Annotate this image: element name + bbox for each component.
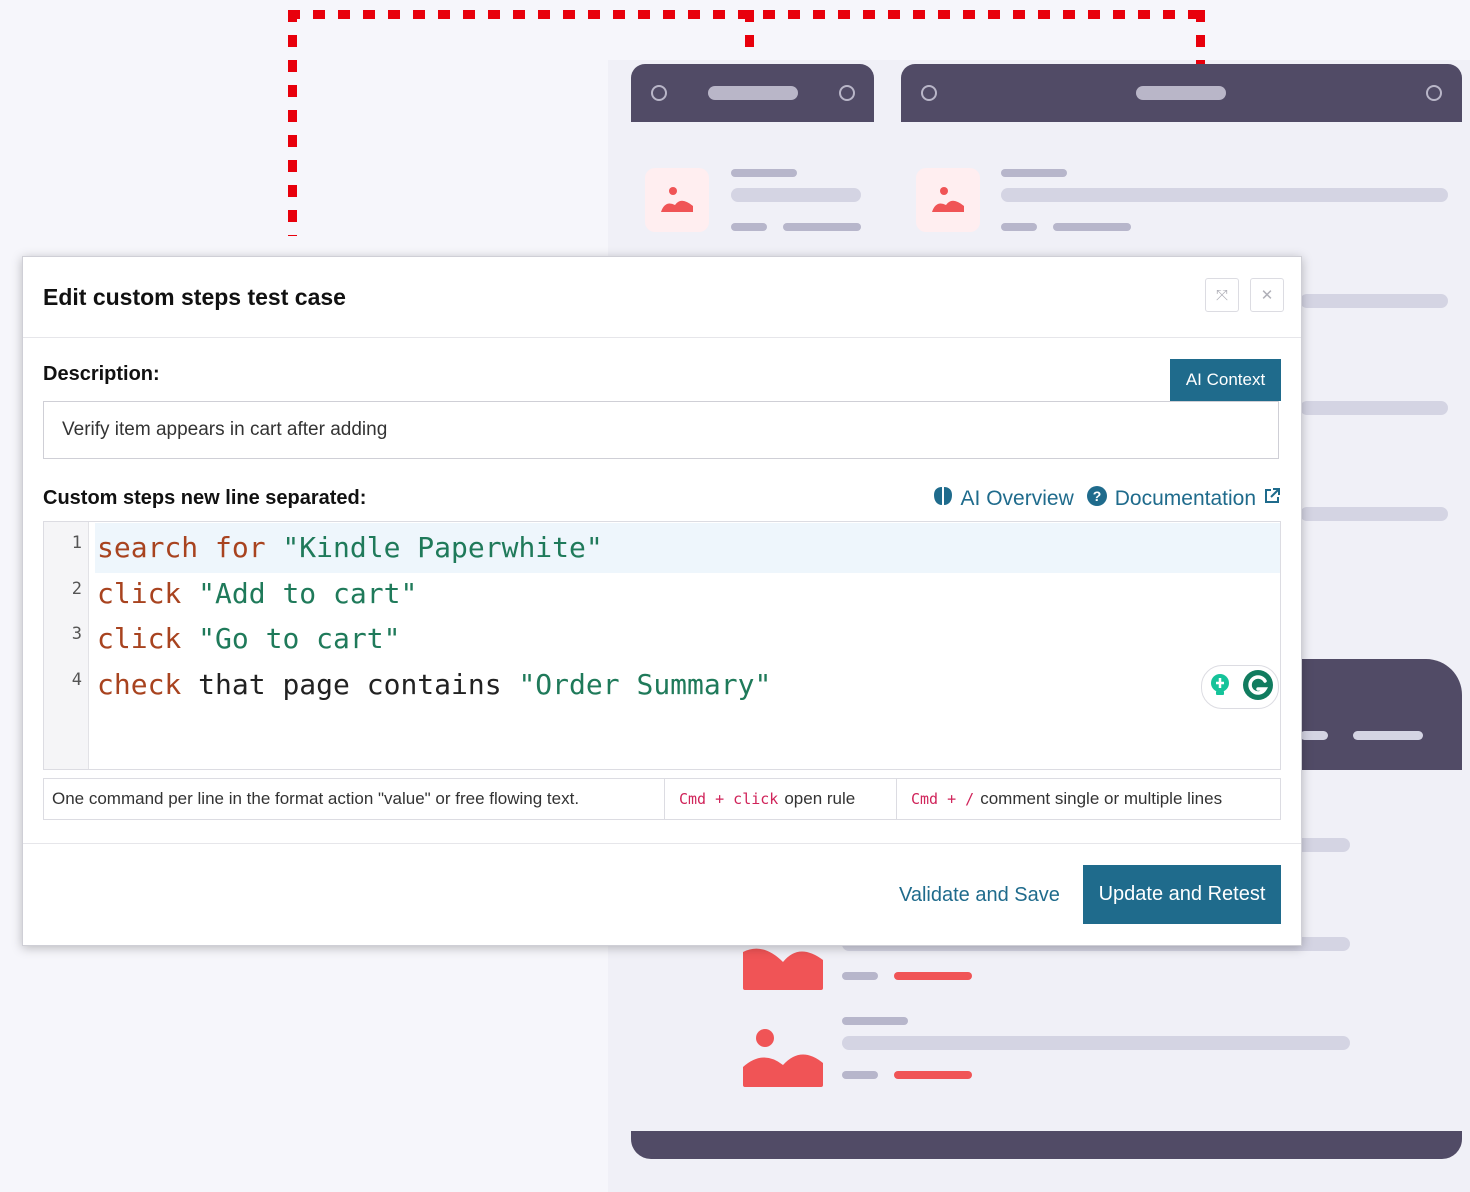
ai-context-button[interactable]: AI Context bbox=[1170, 359, 1281, 401]
code-text: that page contains bbox=[181, 668, 519, 701]
dotted-connector-right bbox=[1196, 10, 1205, 66]
description-label: Description: bbox=[43, 363, 160, 385]
modal-title: Edit custom steps test case bbox=[43, 284, 346, 310]
brain-icon bbox=[932, 485, 954, 513]
hint-format: One command per line in the format actio… bbox=[44, 779, 665, 819]
editor-links: AI Overview ? Documentation bbox=[932, 485, 1281, 513]
validate-and-save-button[interactable]: Validate and Save bbox=[899, 884, 1060, 907]
grammarly-icon bbox=[1242, 669, 1274, 706]
illustration-window-footer bbox=[631, 1131, 1462, 1159]
dotted-connector-mid bbox=[745, 10, 754, 50]
code-keyword: check bbox=[97, 668, 182, 701]
code-keyword: search for bbox=[97, 531, 266, 564]
svg-text:?: ? bbox=[1092, 488, 1101, 504]
image-placeholder-icon bbox=[743, 1009, 823, 1089]
image-placeholder-icon bbox=[916, 168, 980, 232]
illustration-window-header-right bbox=[901, 64, 1462, 122]
modal-footer-divider bbox=[23, 843, 1301, 844]
ai-overview-link[interactable]: AI Overview bbox=[932, 485, 1074, 513]
code-string: "Order Summary" bbox=[518, 668, 772, 701]
expand-icon: ⤧ bbox=[1215, 286, 1228, 304]
steps-label: Custom steps new line separated: bbox=[43, 487, 367, 509]
grammarly-widget[interactable] bbox=[1201, 665, 1279, 709]
code-line[interactable]: search for "Kindle Paperwhite" bbox=[97, 531, 603, 564]
illustration-window-header-lower bbox=[1290, 659, 1462, 770]
close-button[interactable]: ✕ bbox=[1250, 278, 1284, 312]
close-icon: ✕ bbox=[1260, 287, 1274, 304]
code-line[interactable]: click "Add to cart" bbox=[97, 577, 417, 610]
help-circle-icon: ? bbox=[1086, 485, 1108, 513]
lightbulb-icon bbox=[1207, 672, 1233, 703]
line-number: 2 bbox=[71, 579, 82, 599]
code-string: "Add to cart" bbox=[181, 577, 418, 610]
external-link-icon bbox=[1263, 487, 1281, 511]
line-number: 4 bbox=[71, 670, 82, 690]
description-input[interactable]: Verify item appears in cart after adding bbox=[43, 401, 1279, 459]
dotted-connector-left bbox=[288, 10, 297, 236]
hint-cmd-slash: Cmd + / comment single or multiple lines bbox=[911, 789, 1223, 808]
documentation-link[interactable]: ? Documentation bbox=[1086, 485, 1281, 513]
code-string: "Kindle Paperwhite" bbox=[265, 531, 603, 564]
code-line[interactable]: check that page contains "Order Summary" bbox=[97, 668, 771, 701]
line-number: 1 bbox=[71, 533, 82, 553]
documentation-label: Documentation bbox=[1114, 487, 1256, 510]
line-number-gutter: 1 2 3 4 bbox=[44, 522, 89, 769]
code-string: "Go to cart" bbox=[181, 622, 401, 655]
hint-cmd-click: Cmd + click open rule bbox=[665, 779, 897, 819]
edit-test-case-modal: Edit custom steps test case ⤧ ✕ Descript… bbox=[22, 256, 1302, 946]
image-placeholder-icon bbox=[645, 168, 709, 232]
ai-overview-label: AI Overview bbox=[960, 487, 1074, 510]
editor-hints: One command per line in the format actio… bbox=[43, 778, 1281, 820]
modal-header: Edit custom steps test case ⤧ ✕ bbox=[23, 257, 1301, 338]
code-line[interactable]: click "Go to cart" bbox=[97, 622, 400, 655]
code-keyword: click bbox=[97, 622, 182, 655]
code-keyword: click bbox=[97, 577, 182, 610]
illustration-window-header-left bbox=[631, 64, 874, 122]
update-and-retest-button[interactable]: Update and Retest bbox=[1083, 865, 1281, 924]
line-number: 3 bbox=[71, 624, 82, 644]
shortcut-key: Cmd + / bbox=[911, 790, 975, 808]
expand-button[interactable]: ⤧ bbox=[1205, 278, 1239, 312]
steps-code-editor[interactable]: 1 2 3 4 search for "Kindle Paperwhite" c… bbox=[43, 521, 1281, 770]
shortcut-key: Cmd + click bbox=[679, 790, 779, 808]
